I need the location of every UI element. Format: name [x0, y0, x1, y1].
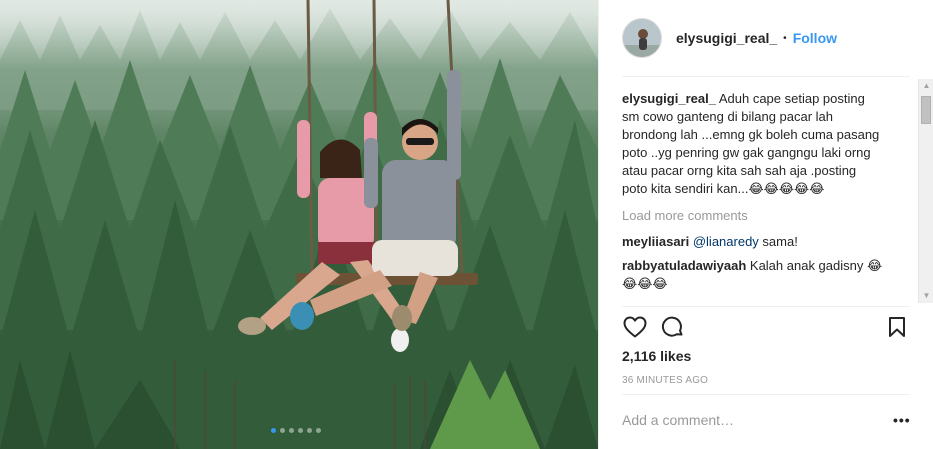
comment-text: sama!	[758, 234, 798, 249]
swing-photo-illustration	[0, 0, 598, 449]
comment-icon	[661, 316, 683, 337]
comment-item: rabbyatuladawiyaah Kalah anak gadisny 😂😂…	[622, 257, 894, 293]
caption-username[interactable]: elysugigi_real_	[622, 91, 716, 106]
carousel-dot[interactable]	[307, 428, 312, 433]
avatar-image	[623, 19, 661, 57]
avatar[interactable]	[622, 18, 662, 58]
like-count[interactable]: 2,116 likes	[622, 348, 691, 364]
carousel-dot[interactable]	[271, 428, 276, 433]
scroll-down-arrow-icon[interactable]: ▼	[921, 291, 932, 301]
caption-text: Aduh cape setiap posting sm cowo ganteng…	[622, 91, 880, 196]
comment-button[interactable]	[660, 314, 686, 340]
post-username[interactable]: elysugigi_real_	[676, 30, 777, 46]
post-header: elysugigi_real_ • Follow	[622, 16, 910, 60]
carousel-indicator	[271, 428, 321, 433]
save-button[interactable]	[884, 314, 910, 340]
load-more-comments-button[interactable]: Load more comments	[622, 207, 910, 225]
comments-scrollbar[interactable]: ▲ ▼	[918, 79, 933, 303]
header-separator: •	[783, 32, 787, 44]
carousel-dot[interactable]	[280, 428, 285, 433]
post-photo[interactable]	[0, 0, 598, 449]
follow-button[interactable]: Follow	[793, 30, 837, 46]
divider	[622, 394, 910, 395]
add-comment-input[interactable]	[622, 412, 872, 428]
post-timestamp[interactable]: 36 MINUTES AGO	[622, 375, 708, 386]
divider	[622, 76, 910, 77]
scroll-up-arrow-icon[interactable]: ▲	[921, 81, 932, 91]
like-button[interactable]	[622, 314, 648, 340]
divider	[622, 306, 910, 307]
bookmark-icon	[889, 317, 905, 337]
carousel-dot[interactable]	[316, 428, 321, 433]
comment-username[interactable]: rabbyatuladawiyaah	[622, 258, 746, 273]
post-actions	[622, 314, 910, 342]
heart-icon	[623, 316, 647, 338]
comment-mention[interactable]: @lianaredy	[693, 234, 759, 249]
more-options-icon[interactable]: •••	[893, 413, 911, 427]
carousel-dot[interactable]	[289, 428, 294, 433]
comment-item: meyliiasari @lianaredy sama!	[622, 233, 894, 251]
post-caption: elysugigi_real_ Aduh cape setiap posting…	[622, 90, 884, 198]
scrollbar-thumb[interactable]	[921, 96, 931, 124]
comments-list[interactable]: elysugigi_real_ Aduh cape setiap posting…	[622, 90, 910, 302]
comment-username[interactable]: meyliiasari	[622, 234, 689, 249]
carousel-dot[interactable]	[298, 428, 303, 433]
